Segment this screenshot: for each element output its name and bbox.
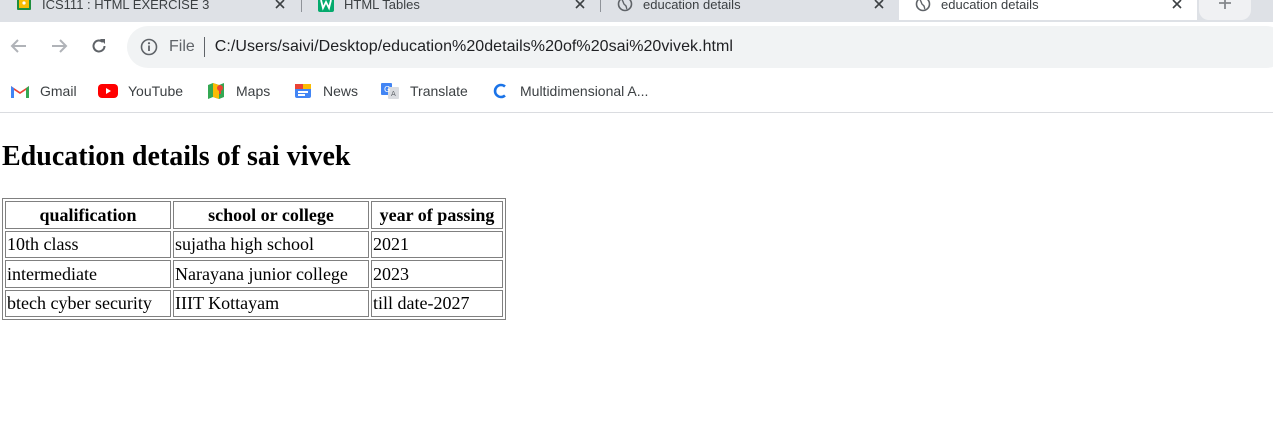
close-tab-icon[interactable] (1169, 0, 1185, 12)
education-table: qualification school or college year of … (2, 198, 506, 320)
back-button[interactable] (6, 35, 32, 61)
bookmark-label: News (323, 83, 359, 99)
table-cell: till date-2027 (371, 289, 503, 317)
tab-title: HTML Tables (344, 0, 420, 12)
table-cell: intermediate (5, 260, 171, 288)
bookmarks-bar: Gmail YouTube Maps News GA Translate Mul… (0, 74, 1273, 113)
table-row: intermediate Narayana junior college 202… (5, 260, 503, 288)
reload-button[interactable] (86, 35, 112, 61)
table-row: 10th class sujatha high school 2021 (5, 230, 503, 258)
c-logo-icon (490, 83, 510, 99)
bookmark-news[interactable]: News (293, 81, 358, 101)
close-tab-icon[interactable] (572, 0, 588, 12)
browser-toolbar: File C:/Users/saivi/Desktop/education%20… (0, 22, 1273, 74)
bookmark-label: Gmail (40, 83, 77, 99)
table-header-row: qualification school or college year of … (5, 201, 503, 229)
tab-education-details[interactable]: education details (601, 0, 899, 20)
table-cell: 2021 (371, 230, 503, 258)
bookmark-label: Maps (236, 83, 271, 99)
news-icon (293, 83, 313, 99)
close-tab-icon[interactable] (272, 0, 288, 12)
translate-icon: GA (380, 83, 400, 99)
tab-html-tables[interactable]: HTML Tables (302, 0, 600, 20)
plus-icon (1218, 0, 1232, 15)
bookmark-maps[interactable]: Maps (206, 81, 270, 101)
info-icon[interactable] (140, 38, 158, 56)
table-cell: Narayana junior college (173, 260, 369, 288)
column-header-school: school or college (173, 201, 369, 229)
address-divider (203, 37, 205, 57)
arrow-left-icon (10, 37, 28, 60)
bookmark-label: Multidimensional A... (520, 83, 649, 99)
bookmark-multidimensional[interactable]: Multidimensional A... (490, 81, 648, 101)
new-tab-button[interactable] (1199, 0, 1251, 20)
reload-icon (90, 37, 108, 60)
bookmark-gmail[interactable]: Gmail (10, 81, 77, 101)
gmail-icon (10, 83, 30, 99)
maps-icon (206, 83, 226, 99)
bookmark-youtube[interactable]: YouTube (98, 81, 183, 101)
table-cell: 10th class (5, 230, 171, 258)
globe-favicon-icon (617, 0, 633, 12)
table-cell: sujatha high school (173, 230, 369, 258)
tab-html-exercise-3[interactable]: ICS111 : HTML EXERCISE 3 (0, 0, 300, 20)
bookmark-label: Translate (410, 83, 468, 99)
tab-title: ICS111 : HTML EXERCISE 3 (42, 0, 210, 12)
globe-favicon-icon (915, 0, 931, 12)
scheme-label: File (169, 38, 195, 55)
column-header-year: year of passing (371, 201, 503, 229)
close-tab-icon[interactable] (871, 0, 887, 12)
w3schools-favicon-icon (318, 0, 334, 12)
youtube-icon (98, 83, 118, 99)
bookmark-translate[interactable]: GA Translate (380, 81, 468, 101)
tab-title: education details (643, 0, 741, 12)
bookmark-label: YouTube (128, 83, 184, 99)
table-cell: btech cyber security (5, 289, 171, 317)
arrow-right-icon (50, 37, 68, 60)
svg-text:G: G (384, 85, 390, 94)
tab-education-details-active[interactable]: education details (899, 0, 1197, 20)
svg-text:A: A (391, 90, 396, 98)
table-cell: IIIT Kottayam (173, 289, 369, 317)
url-text[interactable]: C:/Users/saivi/Desktop/education%20detai… (215, 38, 733, 56)
tab-title: education details (941, 0, 1039, 12)
classroom-favicon-icon (16, 0, 32, 12)
column-header-qualification: qualification (5, 201, 171, 229)
table-row: btech cyber security IIIT Kottayam till … (5, 289, 503, 317)
tab-strip: ICS111 : HTML EXERCISE 3 HTML Tables edu… (0, 0, 1273, 22)
page-heading: Education details of sai vivek (2, 141, 351, 172)
table-cell: 2023 (371, 260, 503, 288)
address-bar[interactable]: File C:/Users/saivi/Desktop/education%20… (127, 26, 1273, 68)
forward-button[interactable] (46, 35, 72, 61)
page-content: Education details of sai vivek qualifica… (0, 114, 1273, 438)
